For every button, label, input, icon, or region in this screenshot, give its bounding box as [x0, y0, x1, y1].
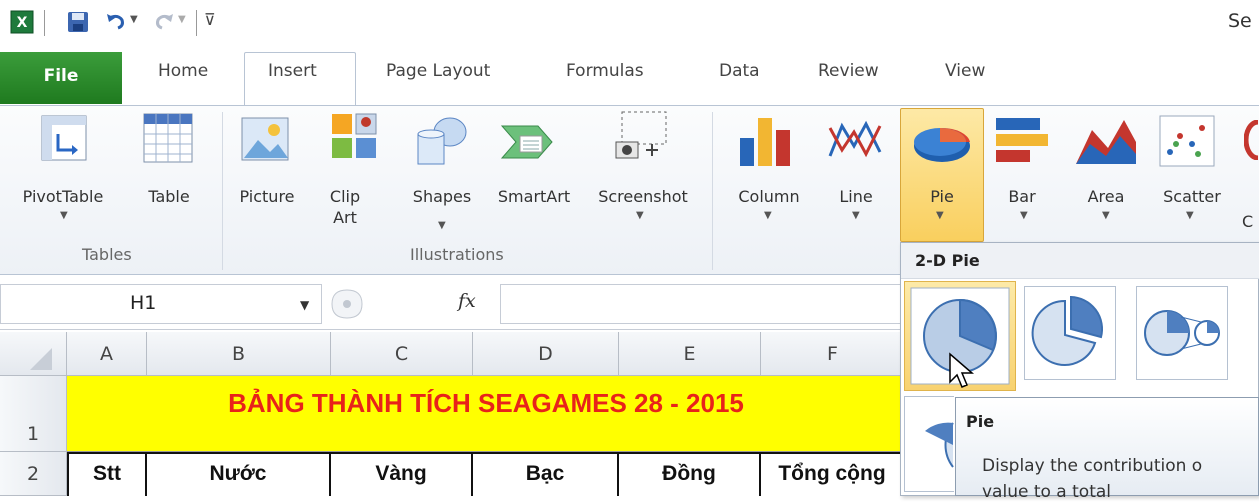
pie-gallery-item-exploded[interactable] [1024, 286, 1116, 380]
column-header-c[interactable]: C [331, 332, 473, 376]
customize-qat-icon[interactable]: ⊽ [204, 10, 216, 29]
header-cell-bac[interactable]: Bạc [471, 452, 619, 496]
shapes-dropdown-icon[interactable]: ▼ [438, 220, 446, 231]
tab-data[interactable]: Data [719, 61, 760, 81]
tab-page-layout[interactable]: Page Layout [386, 61, 490, 81]
sheet-title: BẢNG THÀNH TÍCH SEAGAMES 28 - 2015 [228, 388, 744, 418]
name-box-dropdown-icon[interactable]: ▼ [300, 298, 309, 312]
table-icon [143, 113, 193, 163]
table-button[interactable]: Table [136, 186, 202, 208]
other-charts-icon [1244, 120, 1259, 160]
column-chart-button[interactable]: Column [724, 186, 814, 208]
formula-bar-resize-icon [331, 289, 363, 319]
picture-icon [241, 117, 289, 161]
tooltip-body-line2: value to a total [982, 482, 1112, 502]
area-chart-icon [1076, 120, 1136, 164]
pivottable-button[interactable]: PivotTable [8, 186, 118, 208]
area-dropdown-icon[interactable]: ▼ [1102, 210, 1110, 221]
pie-dropdown-icon[interactable]: ▼ [936, 210, 944, 221]
scatter-dropdown-icon[interactable]: ▼ [1186, 210, 1194, 221]
group-label-tables: Tables [82, 245, 132, 264]
header-cell-tong-cong[interactable]: Tổng cộng [759, 452, 905, 496]
smartart-button[interactable]: SmartArt [486, 186, 582, 208]
name-box[interactable] [0, 284, 322, 324]
name-box-value: H1 [130, 292, 157, 314]
row-header-1[interactable]: 1 [0, 376, 67, 452]
clipart-label-line1: Clip [329, 187, 361, 206]
header-cell-nuoc[interactable]: Nước [145, 452, 331, 496]
group-separator [712, 112, 713, 270]
pivottable-icon [41, 115, 87, 161]
column-header-e[interactable]: E [619, 332, 761, 376]
column-header-a[interactable]: A [67, 332, 147, 376]
screenshot-icon [615, 111, 667, 159]
header-cell-vang[interactable]: Vàng [329, 452, 473, 496]
ribbon-tabs: File Home Insert Page Layout Formulas Da… [0, 52, 1259, 104]
tab-insert[interactable]: Insert [268, 61, 317, 81]
column-header-b[interactable]: B [147, 332, 331, 376]
redo-icon[interactable] [152, 10, 176, 34]
pie-gallery-item-3d[interactable] [904, 396, 954, 492]
next-group-fragment: C [1242, 212, 1254, 231]
screenshot-dropdown-icon[interactable]: ▼ [636, 210, 644, 221]
tooltip-title: Pie [966, 412, 995, 431]
pie-3d-icon [925, 422, 954, 468]
undo-icon[interactable] [104, 10, 128, 34]
pie-of-pie-icon [1144, 310, 1220, 356]
picture-button[interactable]: Picture [230, 186, 304, 208]
scatter-chart-button[interactable]: Scatter [1150, 186, 1234, 208]
column-dropdown-icon[interactable]: ▼ [764, 210, 772, 221]
excel-icon[interactable]: X [10, 10, 34, 34]
svg-text:X: X [17, 15, 28, 31]
line-chart-button[interactable]: Line [826, 186, 886, 208]
line-chart-icon [828, 120, 882, 158]
tooltip-body: Display the contribution o [982, 456, 1203, 476]
pie-chart-icon [914, 127, 970, 162]
tab-review[interactable]: Review [818, 61, 879, 81]
group-label-illustrations: Illustrations [410, 245, 504, 264]
scatter-chart-icon [1159, 115, 1215, 167]
header-cell-dong[interactable]: Đồng [617, 452, 761, 496]
clipart-button[interactable]: Clip Art [320, 186, 370, 228]
window-title: Se [1228, 10, 1252, 32]
clipart-label-line2: Art [333, 208, 357, 227]
tab-view[interactable]: View [945, 61, 985, 81]
group-separator [222, 112, 223, 270]
smartart-icon [500, 125, 553, 159]
clipart-icon [332, 113, 377, 158]
redo-dropdown-icon[interactable]: ▼ [178, 14, 186, 25]
shapes-icon [417, 117, 467, 165]
row-header-2[interactable]: 2 [0, 452, 67, 496]
pie-gallery-item-pie-of-pie[interactable] [1136, 286, 1228, 380]
column-chart-icon [740, 118, 790, 166]
pie-chart-button[interactable]: Pie [900, 186, 984, 208]
shapes-button[interactable]: Shapes [404, 186, 480, 208]
bar-chart-button[interactable]: Bar [992, 186, 1052, 208]
pie-tooltip: Pie Display the contribution o value to … [955, 397, 1259, 502]
column-header-f[interactable]: F [761, 332, 905, 376]
select-all-corner[interactable] [0, 332, 67, 376]
save-icon[interactable] [66, 10, 90, 34]
exploded-pie-icon [1031, 295, 1104, 366]
tab-file[interactable]: File [0, 52, 122, 104]
qa-separator [44, 10, 45, 36]
column-header-d[interactable]: D [473, 332, 619, 376]
bar-dropdown-icon[interactable]: ▼ [1020, 210, 1028, 221]
gallery-section-header: 2-D Pie [901, 243, 1259, 279]
line-dropdown-icon[interactable]: ▼ [852, 210, 860, 221]
qa-separator [196, 10, 197, 36]
insert-function-icon[interactable]: fx [458, 290, 476, 312]
formula-input[interactable] [500, 284, 900, 324]
undo-dropdown-icon[interactable]: ▼ [130, 14, 138, 25]
tab-home[interactable]: Home [158, 61, 208, 81]
area-chart-button[interactable]: Area [1074, 186, 1138, 208]
header-cell-stt[interactable]: Stt [67, 452, 147, 496]
mouse-cursor-icon [949, 352, 975, 388]
bar-chart-icon [996, 118, 1048, 162]
pivottable-dropdown-icon[interactable]: ▼ [60, 210, 68, 221]
title-bar: X ▼ ▼ ⊽ Se [0, 0, 1259, 48]
tab-formulas[interactable]: Formulas [566, 61, 644, 81]
screenshot-button[interactable]: Screenshot [584, 186, 702, 208]
